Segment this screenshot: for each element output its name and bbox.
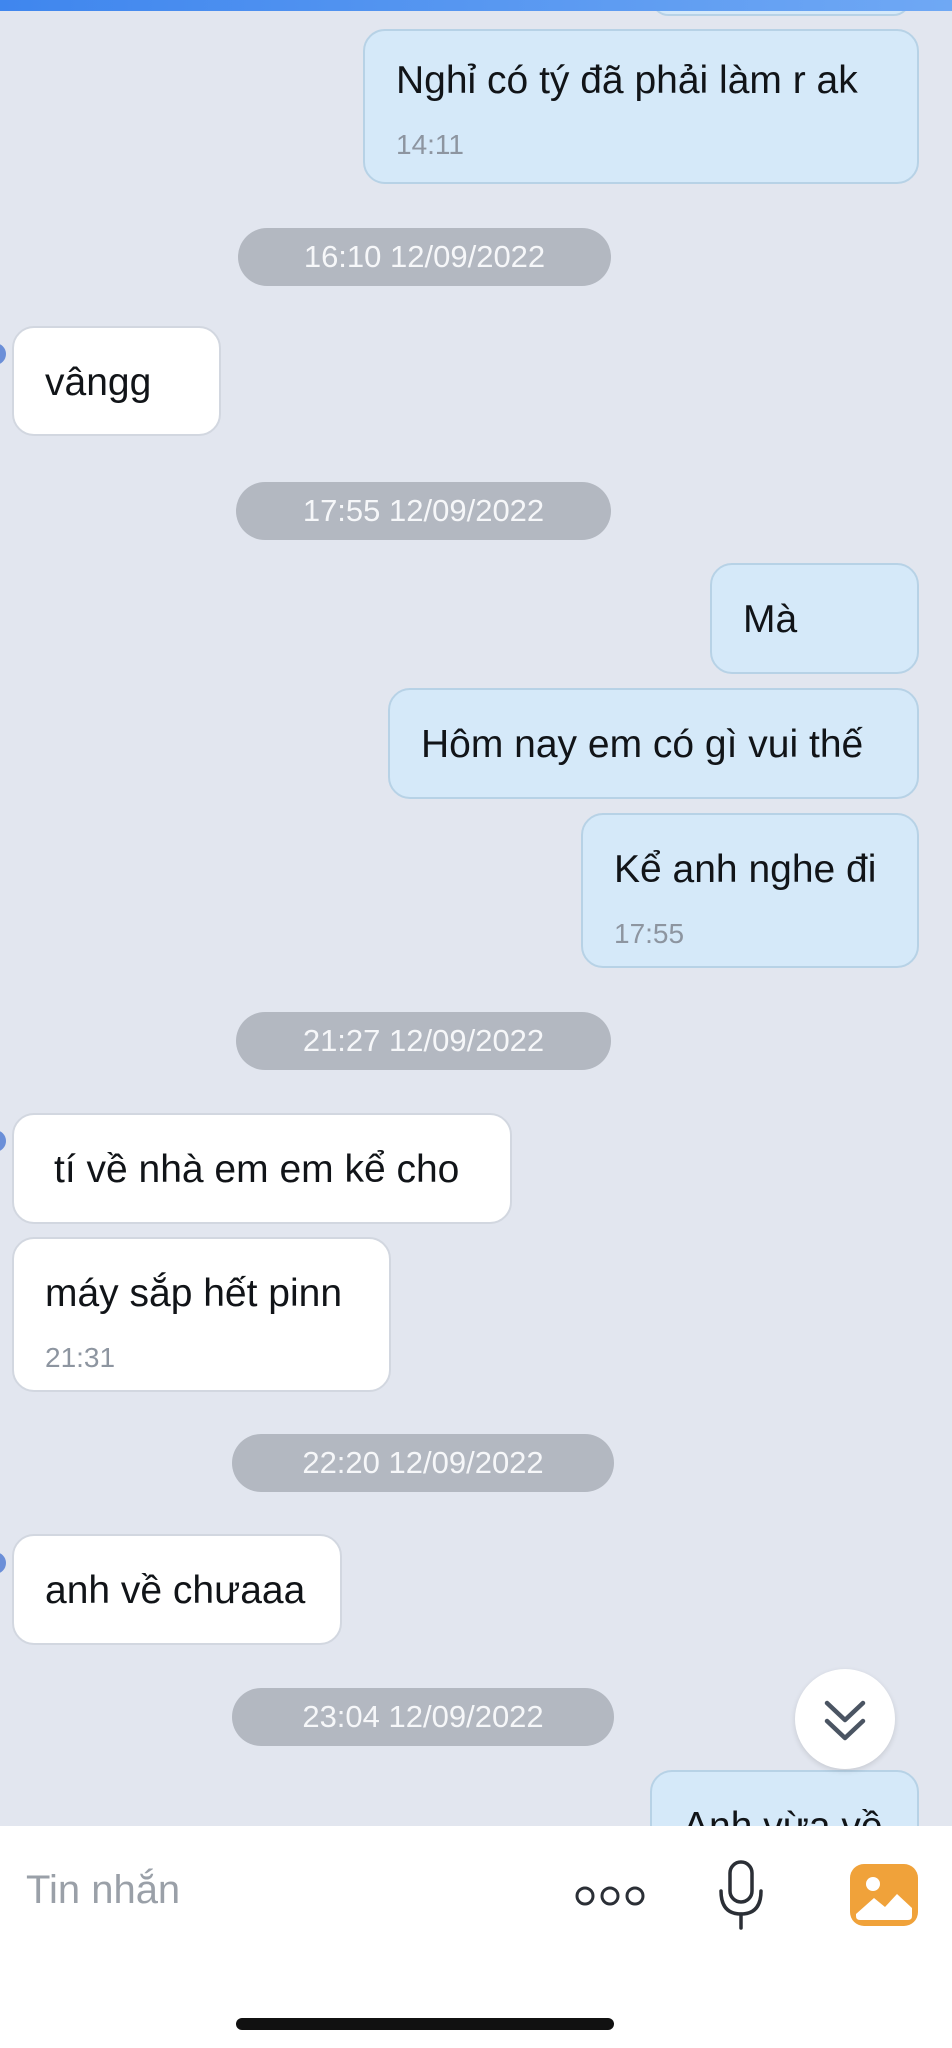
date-separator: 17:55 12/09/2022 — [236, 482, 611, 540]
scroll-to-bottom-button[interactable] — [795, 1669, 895, 1769]
message-text: anh về chưaaa — [45, 1569, 306, 1612]
message-bubble-outgoing[interactable]: Mà — [710, 563, 919, 674]
message-bubble-incoming[interactable]: máy sắp hết pinn 21:31 — [12, 1237, 391, 1392]
message-text: tí về nhà em em kể cho — [54, 1148, 460, 1191]
message-input[interactable]: Tin nhắn — [26, 1868, 180, 1913]
microphone-icon — [719, 1860, 763, 1930]
message-time: 21:31 — [45, 1342, 116, 1373]
message-bubble-outgoing[interactable]: Anh vừa về — [650, 1770, 919, 1826]
message-time: 17:55 — [614, 918, 685, 949]
avatar-edge — [0, 1130, 6, 1152]
date-separator: 16:10 12/09/2022 — [238, 228, 611, 286]
message-text: Mà — [743, 598, 798, 641]
message-text: vângg — [45, 361, 152, 404]
message-bubble-incoming[interactable]: tí về nhà em em kể cho — [12, 1113, 512, 1224]
message-text: Kể anh nghe đi — [614, 848, 877, 891]
message-text: Nghỉ có tý đã phải làm r ak — [396, 59, 858, 102]
message-bubble-outgoing[interactable]: Kể anh nghe đi 17:55 — [581, 813, 919, 968]
message-bubble-partial — [651, 11, 911, 16]
microphone-button[interactable] — [716, 1859, 766, 1931]
message-text: máy sắp hết pinn — [45, 1272, 343, 1315]
top-app-bar — [0, 0, 952, 11]
message-bubble-outgoing[interactable]: Nghỉ có tý đã phải làm r ak 14:11 — [363, 29, 919, 184]
avatar-edge — [0, 343, 6, 365]
avatar-edge — [0, 1552, 6, 1574]
message-bubble-incoming[interactable]: vângg — [12, 326, 221, 436]
chat-message-list[interactable]: Nghỉ có tý đã phải làm r ak 14:11 16:10 … — [0, 11, 952, 1826]
more-dots-button[interactable] — [574, 1880, 646, 1912]
message-text: Hôm nay em có gì vui thế — [421, 723, 864, 766]
date-separator: 23:04 12/09/2022 — [232, 1688, 614, 1746]
message-text: Anh vừa về — [683, 1805, 883, 1826]
photo-gallery-icon — [850, 1864, 918, 1926]
message-composer: Tin nhắn — [0, 1826, 952, 2048]
date-separator: 22:20 12/09/2022 — [232, 1434, 614, 1492]
message-bubble-outgoing[interactable]: Hôm nay em có gì vui thế — [388, 688, 919, 799]
message-bubble-incoming[interactable]: anh về chưaaa — [12, 1534, 342, 1645]
message-time: 14:11 — [396, 129, 464, 160]
more-dots-icon — [575, 1886, 645, 1906]
home-indicator — [236, 2018, 614, 2030]
photo-gallery-button[interactable] — [850, 1864, 918, 1926]
double-chevron-down-icon — [824, 1700, 866, 1741]
date-separator: 21:27 12/09/2022 — [236, 1012, 611, 1070]
